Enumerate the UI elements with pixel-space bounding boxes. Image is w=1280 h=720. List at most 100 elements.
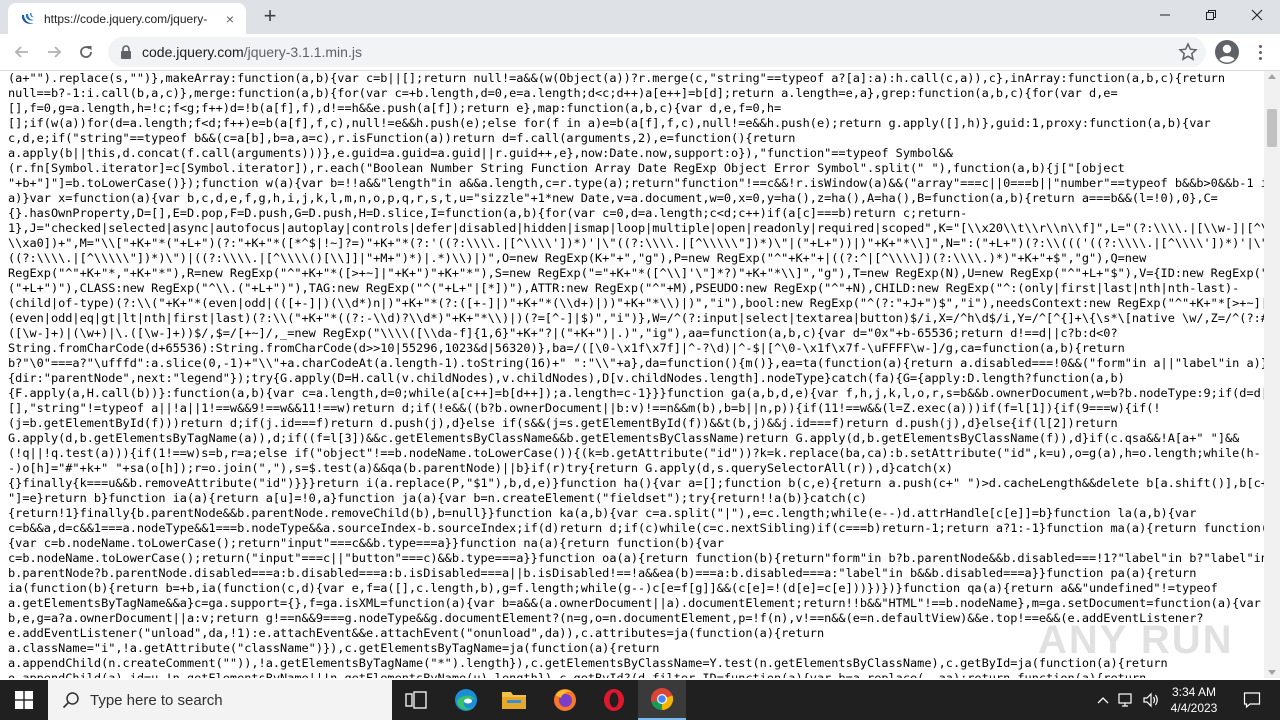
code-line: ((?:\\\\.|[^\\\\\"])*)\")|((?:\\\\.|[^\\… xyxy=(8,251,1147,265)
tab-close-icon[interactable]: × xyxy=(222,11,238,27)
forward-arrow-icon xyxy=(48,46,62,58)
url-host: code.jquery.com xyxy=(142,44,244,60)
search-icon xyxy=(62,692,79,709)
windows-taskbar: Type here to search 3:34 AM 4/4/2023 xyxy=(0,680,1280,720)
reload-icon xyxy=(80,46,92,58)
start-button[interactable] xyxy=(0,680,48,720)
firefox-icon xyxy=(554,689,576,711)
code-line: "+b+"]"]=b.toLowerCase()});function w(a)… xyxy=(8,176,1264,190)
code-line: c=b.nodeName.toLowerCase();return("input… xyxy=(8,551,1264,565)
taskbar-chrome-button[interactable] xyxy=(638,680,686,720)
scroll-up-arrow-icon[interactable] xyxy=(1268,74,1276,79)
code-line: {}finally{k===u&&b.removeAttribute("id")… xyxy=(8,476,1264,490)
chrome-icon xyxy=(651,688,674,711)
code-line: {var c=b.nodeName.toLowerCase();return"i… xyxy=(8,536,724,550)
code-line: (a+"").replace(s,"")},makeArray:function… xyxy=(8,71,1225,85)
code-line: ia(function(b){return b=+b,ia(function(c… xyxy=(8,581,1218,595)
code-line: c,d,e;if("string"==typeof b&&(c=a[b],b=a… xyxy=(8,131,796,145)
taskbar-firefox-button[interactable] xyxy=(541,680,589,720)
code-line: (child|of-type)(?:\\("+K+"*(even|odd|(([… xyxy=(8,296,1264,310)
bookmark-star-icon[interactable] xyxy=(1178,42,1198,62)
code-line: c=b&&a,d=c&&1===a.nodeType&&1===b.nodeTy… xyxy=(8,521,1264,535)
volume-tray-button[interactable] xyxy=(1140,680,1162,720)
code-line: [];if(w(a))for(d=a.length;f<d;f++)e=b(a[… xyxy=(8,116,1211,130)
tab-title: https://code.jquery.com/jquery- xyxy=(44,11,208,26)
source-code-text: (a+"").replace(s,"")},makeArray:function… xyxy=(0,71,1264,678)
restore-window-button[interactable] xyxy=(1188,0,1234,30)
vertical-scrollbar[interactable] xyxy=(1264,71,1280,678)
action-center-button[interactable] xyxy=(1232,680,1272,720)
minimize-window-button[interactable] xyxy=(1142,0,1188,30)
folder-icon xyxy=(502,692,526,709)
network-icon xyxy=(1118,693,1132,707)
browser-tab-bar: https://code.jquery.com/jquery- × + xyxy=(0,0,1280,34)
menu-dot xyxy=(1258,44,1262,48)
reload-button[interactable] xyxy=(72,38,100,66)
code-line: {}.hasOwnProperty,D=[],E=D.pop,F=D.push,… xyxy=(8,206,968,220)
code-line: [],f=0,g=a.length,h=!c;f<g;f++)d=!b(a[f]… xyxy=(8,101,782,115)
browser-menu-icon[interactable] xyxy=(1250,39,1270,65)
taskbar-opera-button[interactable] xyxy=(590,680,638,720)
jquery-favicon-icon xyxy=(21,12,34,24)
code-line: {dir:"parentNode",next:"legend"});try{G.… xyxy=(8,371,1125,385)
url-text[interactable]: code.jquery.com/jquery-3.1.1.min.js xyxy=(142,44,362,60)
menu-dot xyxy=(1258,56,1262,60)
taskbar-clock[interactable]: 3:34 AM 4/4/2023 xyxy=(1162,684,1226,716)
anyrun-watermark: ANY RUN xyxy=(1038,618,1234,662)
browser-toolbar: code.jquery.com/jquery-3.1.1.min.js xyxy=(0,34,1280,71)
profile-avatar-icon[interactable] xyxy=(1214,39,1240,65)
restore-icon xyxy=(1206,10,1216,20)
opera-icon xyxy=(604,689,624,711)
url-path: /jquery-3.1.1.min.js xyxy=(243,44,362,60)
browser-tab-active[interactable]: https://code.jquery.com/jquery- × xyxy=(8,3,246,34)
menu-dot xyxy=(1258,50,1262,54)
task-view-icon xyxy=(405,691,427,709)
code-line: a)}var x=function(a){var b,c,d,e,f,g,h,i… xyxy=(8,191,1218,205)
code-line: a.getElementsByTagName&&a}c=ga.support={… xyxy=(8,596,1261,610)
code-line: {return!1}finally{b.parentNode&&b.parent… xyxy=(8,506,1197,520)
code-line: \\xa0])+",M="\\["+K+"*("+L+")(?:"+K+"*([… xyxy=(8,236,1264,250)
code-line: -)o[h]="#"+k+" "+sa(o[h]);r=o.join(","),… xyxy=(8,461,953,475)
code-line: o.appendChild(a).id=u,!n.getElementsByNa… xyxy=(8,671,1147,678)
scroll-down-arrow-icon[interactable] xyxy=(1268,670,1276,675)
clock-date: 4/4/2023 xyxy=(1170,701,1218,715)
page-content: (a+"").replace(s,"")},makeArray:function… xyxy=(0,71,1264,678)
windows-logo-icon xyxy=(15,691,33,709)
code-line: String.fromCharCode(d+65536):String.from… xyxy=(8,341,1125,355)
address-bar[interactable]: code.jquery.com/jquery-3.1.1.min.js xyxy=(108,37,1206,67)
new-tab-button[interactable]: + xyxy=(256,5,284,29)
taskbar-file-explorer-button[interactable] xyxy=(490,680,538,720)
code-line: b?"\0"===a?"\ufffd":a.slice(0,-1)+"\\"+a… xyxy=(8,356,1264,370)
code-line: (!q||!q.test(a))){if(1!==w)s=b,r=a;else … xyxy=(8,446,1261,460)
code-line: ([\w-]+)|(\w+)|\.([\w-]+))$/,$=/[+~]/,_=… xyxy=(8,326,1118,340)
network-tray-button[interactable] xyxy=(1116,680,1138,720)
code-line: [],"string"!=typeof a||!a||1!==w&&9!==w&… xyxy=(8,401,1161,415)
lock-icon[interactable] xyxy=(120,45,132,59)
taskbar-search-box[interactable]: Type here to search xyxy=(48,680,392,720)
show-hidden-icons-button[interactable] xyxy=(1094,680,1112,720)
code-line: b.parentNode?b.parentNode.disabled===a:b… xyxy=(8,566,1197,580)
close-window-button[interactable] xyxy=(1234,0,1280,30)
close-icon xyxy=(1251,9,1263,21)
code-line: (j=b.getElementById(f)))return d;if(j.id… xyxy=(8,416,1118,430)
task-view-button[interactable] xyxy=(392,680,440,720)
speaker-icon xyxy=(1143,692,1158,708)
code-line: (even|odd|eq|gt|lt|nth|first|last)(?:\\(… xyxy=(8,311,1264,325)
code-line: G.apply(d,b.getElementsByTagName(a)),d;i… xyxy=(8,431,1240,445)
code-line: null==b?-1:i.call(b,a,c)},merge:function… xyxy=(8,86,1118,100)
clock-time: 3:34 AM xyxy=(1171,685,1217,699)
code-line: {F.apply(a,H.call(b))}:function(a,b){var… xyxy=(8,386,1264,400)
taskbar-edge-button[interactable] xyxy=(442,680,490,720)
scrollbar-thumb[interactable] xyxy=(1267,109,1277,147)
code-line: 1},J="checked|selected|async|autofocus|a… xyxy=(8,221,1264,235)
code-line: (r.fn[Symbol.iterator]=c[Symbol.iterator… xyxy=(8,161,1125,175)
chevron-up-icon xyxy=(1097,697,1109,704)
back-arrow-icon xyxy=(14,46,28,58)
minimize-icon xyxy=(1160,14,1170,16)
forward-button[interactable] xyxy=(40,38,68,66)
code-line: a.apply(b||this,d.concat(f.call(argument… xyxy=(8,146,953,160)
back-button[interactable] xyxy=(8,38,36,66)
notification-icon xyxy=(1243,692,1261,709)
code-line: "]=e}return b}function ia(a){return a[u]… xyxy=(8,491,868,505)
code-line: ("+L+")"),CLASS:new RegExp("^\\.("+L+")"… xyxy=(8,281,1240,295)
